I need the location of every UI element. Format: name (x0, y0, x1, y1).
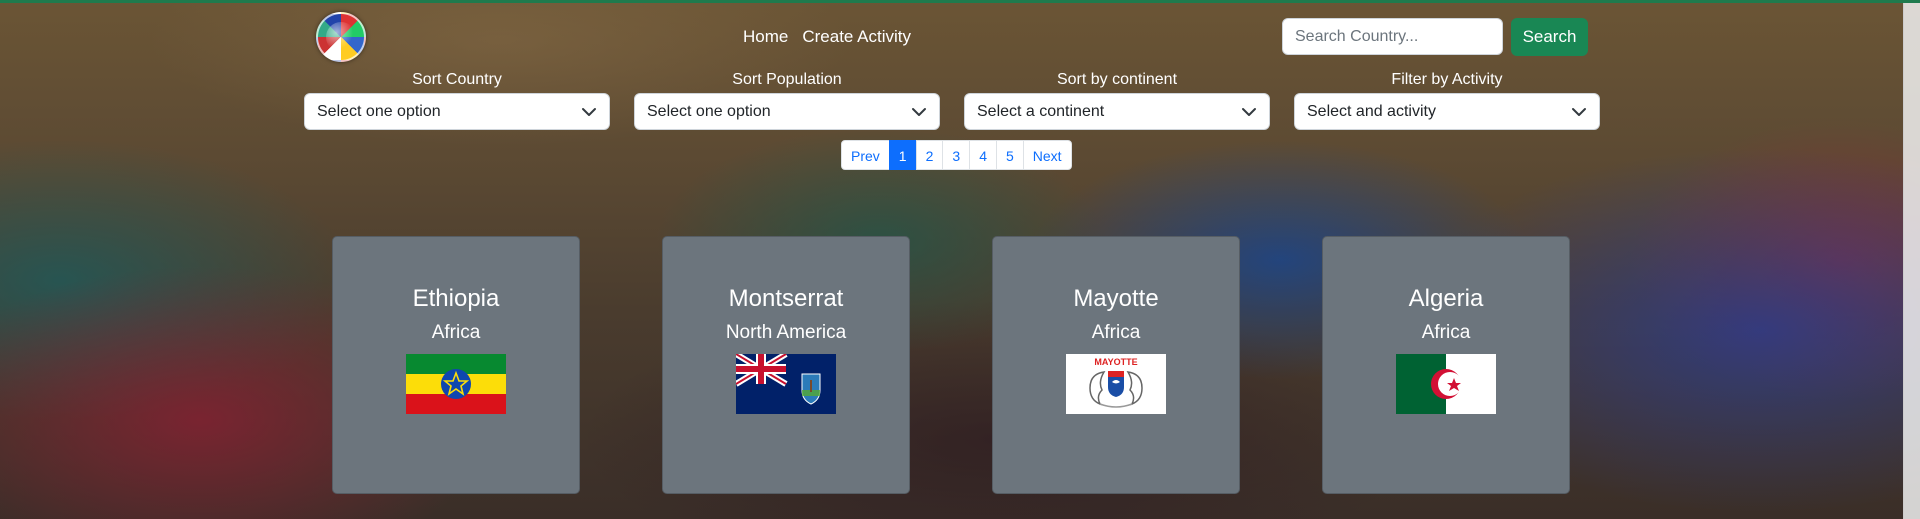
country-continent: Africa (431, 322, 481, 343)
search-button[interactable]: Search (1511, 18, 1588, 56)
pagination-page-5[interactable]: 5 (995, 140, 1024, 170)
country-name: Montserrat (728, 285, 844, 312)
chevron-down-icon (1242, 107, 1256, 116)
nav-create-activity-link[interactable]: Create Activity (802, 27, 911, 47)
select-value: Select a continent (977, 102, 1105, 120)
sort-country-select[interactable]: Select one option (304, 93, 610, 130)
pagination-page-3[interactable]: 3 (942, 140, 971, 170)
chevron-down-icon (912, 107, 926, 116)
select-value: Select and activity (1307, 102, 1436, 120)
main-nav: Home Create Activity (743, 27, 911, 47)
chevron-down-icon (582, 107, 596, 116)
sort-population-select[interactable]: Select one option (634, 93, 940, 130)
filter-label: Sort Population (732, 71, 842, 88)
country-card[interactable]: Montserrat North America (662, 236, 910, 494)
montserrat-flag (736, 354, 836, 414)
sort-continent-filter: Sort by continent Select a continent (964, 71, 1270, 130)
svg-text:MAYOTTE: MAYOTTE (1094, 357, 1137, 367)
filter-label: Sort Country (412, 71, 502, 88)
country-card[interactable]: Algeria Africa (1322, 236, 1570, 494)
ethiopia-flag (406, 354, 506, 414)
pagination-prev[interactable]: Prev (841, 140, 890, 170)
pagination-page-2[interactable]: 2 (915, 140, 944, 170)
sort-continent-select[interactable]: Select a continent (964, 93, 1270, 130)
globe-logo[interactable] (316, 12, 366, 62)
pagination-page-4[interactable]: 4 (969, 140, 997, 170)
country-card[interactable]: Mayotte Africa MAYOTTE (992, 236, 1240, 494)
mayotte-flag: MAYOTTE (1066, 354, 1166, 414)
pagination: Prev 1 2 3 4 5 Next (841, 140, 1072, 170)
select-value: Select one option (647, 102, 771, 120)
filter-label: Sort by continent (1056, 71, 1178, 88)
search-input[interactable] (1282, 18, 1503, 55)
scrollbar[interactable] (1903, 3, 1920, 519)
country-name: Algeria (1408, 285, 1484, 312)
filter-activity-select[interactable]: Select and activity (1294, 93, 1600, 130)
select-value: Select one option (317, 102, 441, 120)
country-continent: Africa (1421, 322, 1471, 343)
sort-population-filter: Sort Population Select one option (634, 71, 940, 130)
country-continent: Africa (1091, 322, 1141, 343)
filter-activity-filter: Filter by Activity Select and activity (1294, 71, 1600, 130)
filter-label: Filter by Activity (1391, 71, 1503, 88)
algeria-flag (1396, 354, 1496, 414)
country-continent: North America (725, 322, 847, 343)
country-name: Ethiopia (412, 285, 500, 312)
pagination-page-1[interactable]: 1 (888, 140, 917, 170)
country-card[interactable]: Ethiopia Africa (332, 236, 580, 494)
chevron-down-icon (1572, 107, 1586, 116)
top-border (0, 0, 1920, 3)
sort-country-filter: Sort Country Select one option (304, 71, 610, 130)
pagination-next[interactable]: Next (1022, 140, 1072, 170)
country-name: Mayotte (1073, 285, 1159, 312)
nav-home-link[interactable]: Home (743, 27, 788, 47)
